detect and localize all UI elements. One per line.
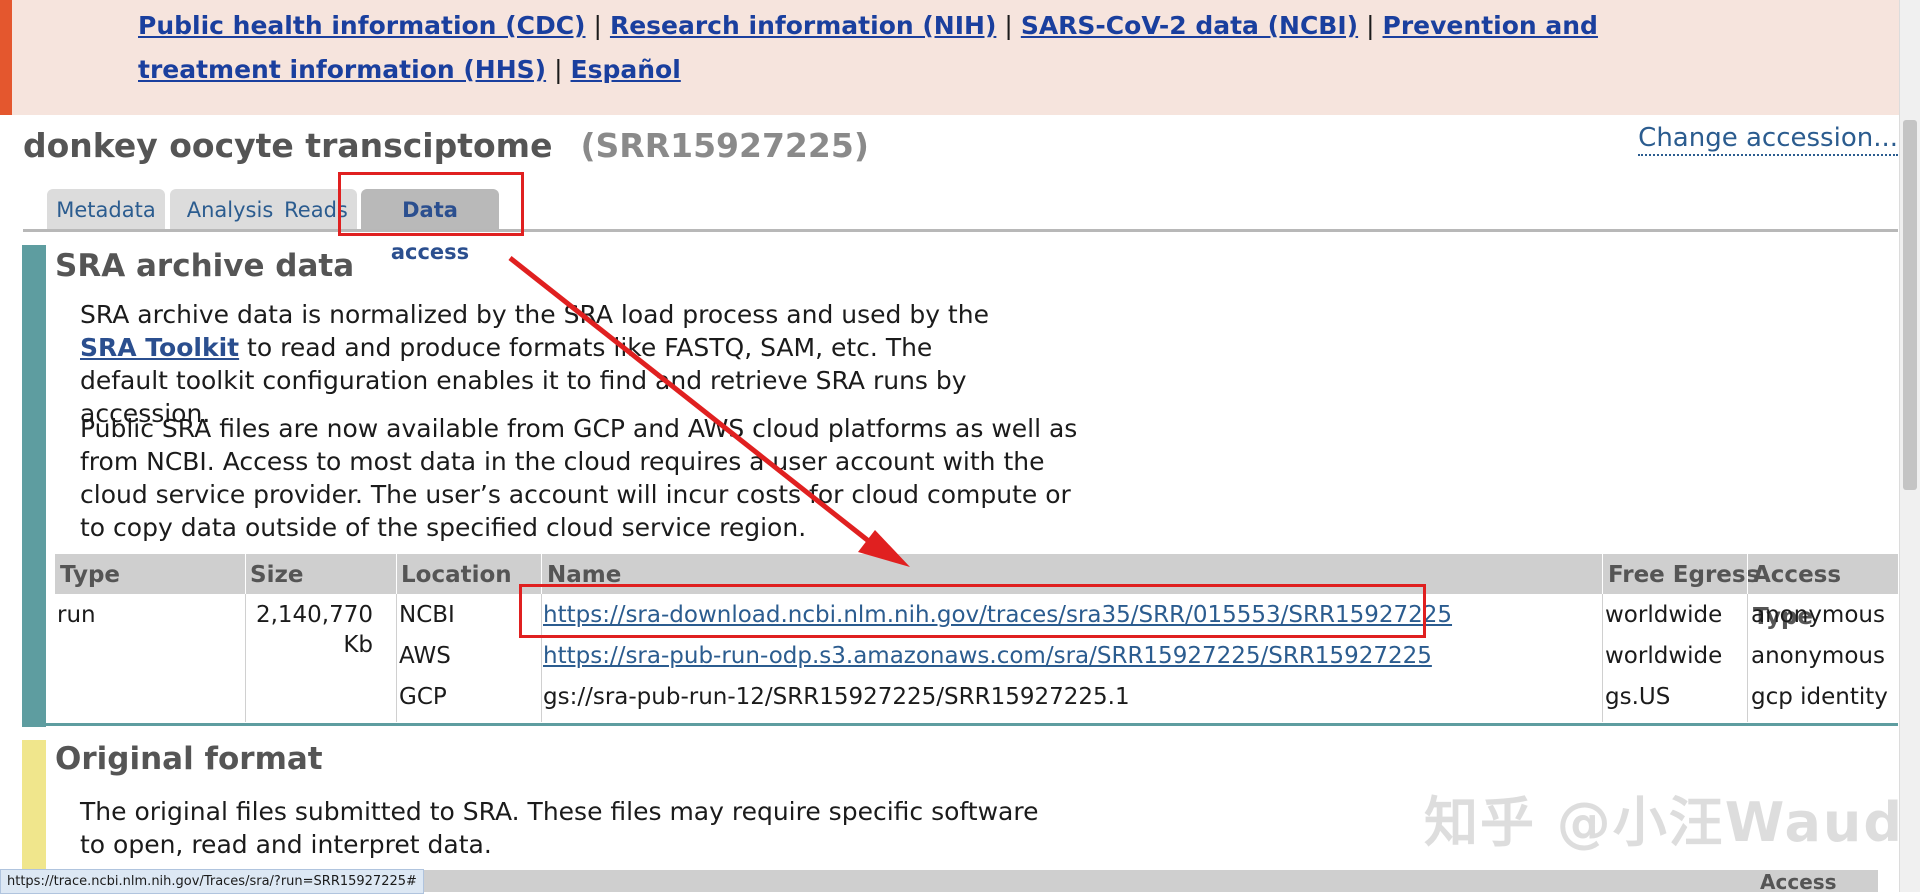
col-free-egress: Free Egress xyxy=(1608,562,1760,588)
study-title: donkey oocyte transciptome xyxy=(23,126,553,165)
page-title: donkey oocyte transciptome (SRR15927225) xyxy=(23,126,869,165)
status-bar-url: https://trace.ncbi.nlm.nih.gov/Traces/sr… xyxy=(0,869,424,894)
tab-metadata[interactable]: Metadata xyxy=(47,189,165,229)
cell-access-ncbi: anonymous xyxy=(1751,602,1885,628)
cell-location-ncbi: NCBI xyxy=(399,602,455,628)
link-nih[interactable]: Research information (NIH) xyxy=(610,11,996,40)
column-divider xyxy=(396,594,397,722)
banner-separator: | xyxy=(1366,11,1375,40)
col-type: Type xyxy=(60,562,121,588)
change-accession-link[interactable]: Change accession... xyxy=(1638,122,1898,156)
link-ncbi[interactable]: SARS-CoV-2 data (NCBI) xyxy=(1021,11,1358,40)
link-cdc[interactable]: Public health information (CDC) xyxy=(138,11,586,40)
cell-location-gcp: GCP xyxy=(399,684,447,710)
watermark: 知乎 @小汪Waud xyxy=(1424,791,1904,854)
column-divider xyxy=(1747,594,1748,722)
banner-links: Public health information (CDC) | Research… xyxy=(138,4,1698,92)
cell-egress-ncbi: worldwide xyxy=(1605,602,1723,628)
col-access-type: Access Type xyxy=(1753,562,1842,630)
sra-archive-para2: Public SRA files are now available from … xyxy=(80,414,1078,542)
col-location: Location xyxy=(401,562,512,588)
original-format-para: The original files submitted to SRA. The… xyxy=(80,797,1039,859)
aws-download-link[interactable]: https://sra-pub-run-odp.s3.amazonaws.com… xyxy=(543,643,1432,669)
accession-label: (SRR15927225) xyxy=(580,126,869,165)
next-table-header xyxy=(420,870,1878,892)
table-row-aws-link: https://sra-pub-run-odp.s3.amazonaws.com… xyxy=(543,641,1432,671)
next-col-access: Access xyxy=(1760,870,1837,894)
link-espanol[interactable]: Español xyxy=(571,55,681,84)
covid-banner: Public health information (CDC) | Research… xyxy=(0,0,1900,115)
header-divider xyxy=(396,554,397,594)
table-bottom-border xyxy=(46,723,1898,726)
header-divider xyxy=(245,554,246,594)
page-scrollbar[interactable] xyxy=(1899,0,1920,892)
para1-text-a: SRA archive data is normalized by the SR… xyxy=(80,300,989,329)
header-divider xyxy=(1602,554,1603,594)
cell-type: run xyxy=(57,602,96,628)
header-divider xyxy=(1747,554,1748,594)
tab-analysis[interactable]: Analysis xyxy=(170,189,290,229)
tab-bar: Metadata Analysis Reads Data access xyxy=(23,187,1898,264)
banner-separator: | xyxy=(554,55,563,84)
cell-name-gcp: gs://sra-pub-run-12/SRR15927225/SRR15927… xyxy=(543,684,1130,710)
col-size: Size xyxy=(250,562,304,588)
annotation-box-tab xyxy=(338,172,524,236)
cell-egress-gcp: gs.US xyxy=(1605,684,1671,710)
section-accent-bar xyxy=(22,245,46,727)
banner-separator: | xyxy=(593,11,602,40)
cell-size: 2,140,770 Kb xyxy=(245,600,373,660)
sra-toolkit-link[interactable]: SRA Toolkit xyxy=(80,333,239,362)
scrollbar-thumb[interactable] xyxy=(1903,120,1917,490)
cell-location-aws: AWS xyxy=(399,643,451,669)
column-divider xyxy=(1602,594,1603,722)
sra-archive-title: SRA archive data xyxy=(55,248,355,284)
banner-separator: | xyxy=(1004,11,1013,40)
size-value: 2,140,770 xyxy=(255,602,373,628)
cell-access-aws: anonymous xyxy=(1751,643,1885,669)
original-format-title: Original format xyxy=(55,741,323,777)
cell-egress-aws: worldwide xyxy=(1605,643,1723,669)
sra-archive-para1: SRA archive data is normalized by the SR… xyxy=(80,298,1010,430)
cell-access-gcp: gcp identity xyxy=(1751,684,1888,710)
size-unit: Kb xyxy=(343,632,373,658)
annotation-box-link xyxy=(519,584,1426,638)
